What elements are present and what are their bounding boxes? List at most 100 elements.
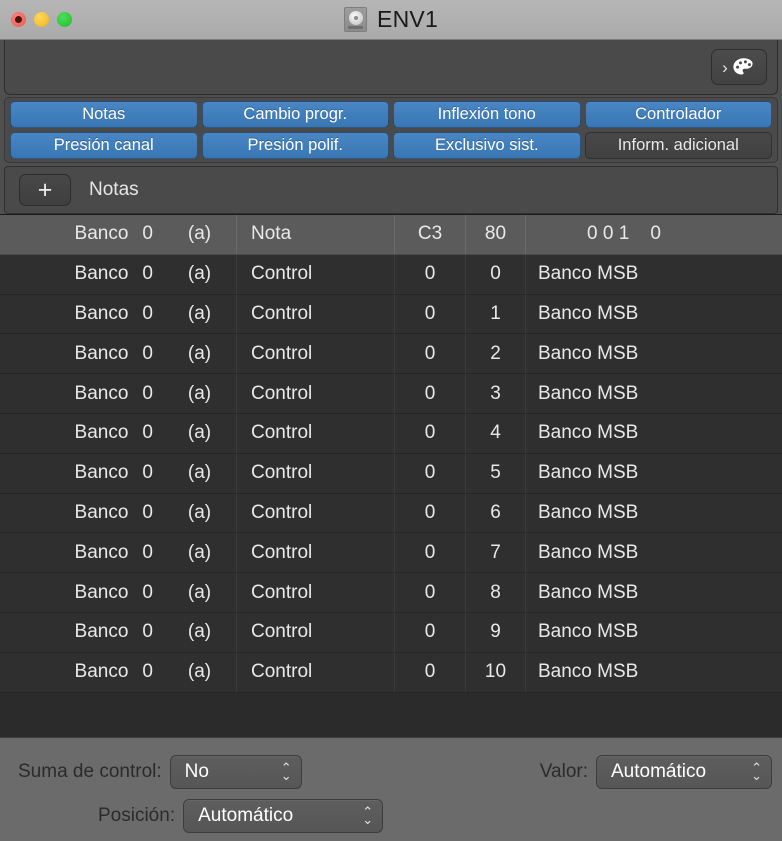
- cell-value-2: 0: [465, 255, 525, 294]
- cell-type: Control: [236, 255, 394, 294]
- cell-position: Banco0: [0, 621, 163, 643]
- cell-description: Banco MSB: [525, 494, 782, 533]
- cell-type: Control: [236, 414, 394, 453]
- cell-value-1: 0: [394, 334, 465, 373]
- cell-value-1: 0: [394, 454, 465, 493]
- cell-description: Banco MSB: [525, 573, 782, 612]
- cell-type: Control: [236, 533, 394, 572]
- filter-button-inflexion-tono[interactable]: Inflexión tono: [393, 101, 581, 128]
- cell-position: Banco0: [0, 462, 163, 484]
- cell-description: Banco MSB: [525, 255, 782, 294]
- filter-button-presion-canal[interactable]: Presión canal: [10, 132, 198, 159]
- value-label: Valor:: [540, 761, 588, 783]
- maximize-button-icon[interactable]: [57, 12, 72, 27]
- cell-position: Banco0: [0, 383, 163, 405]
- position-popup-button[interactable]: Automático ⌃⌄: [183, 799, 383, 833]
- add-event-button[interactable]: +: [19, 174, 71, 206]
- cell-channel: (a): [163, 303, 236, 325]
- table-row[interactable]: Banco0 (a) Control 0 9 Banco MSB: [0, 613, 782, 653]
- table-row[interactable]: Banco0 (a) Control 0 7 Banco MSB: [0, 533, 782, 573]
- cell-channel: (a): [163, 621, 236, 643]
- add-event-type-label: Notas: [89, 179, 139, 201]
- cell-type: Control: [236, 374, 394, 413]
- cell-value-2: 1: [465, 295, 525, 334]
- cell-position: Banco0: [0, 303, 163, 325]
- cell-value-2: 4: [465, 414, 525, 453]
- midi-event-list-window: ENV1 › Notas Cambio progr. Inflexión ton…: [0, 0, 782, 841]
- cell-value-1: 0: [394, 494, 465, 533]
- table-row[interactable]: Banco0 (a) Control 0 8 Banco MSB: [0, 573, 782, 613]
- cell-type: Control: [236, 454, 394, 493]
- minimize-button-icon[interactable]: [34, 12, 49, 27]
- cell-type: Control: [236, 573, 394, 612]
- table-row[interactable]: Banco0 (a) Control 0 4 Banco MSB: [0, 414, 782, 454]
- cell-position: Banco0: [0, 223, 163, 245]
- traffic-light-group: [0, 12, 72, 27]
- cell-value-2: 8: [465, 573, 525, 612]
- cell-value-2: 7: [465, 533, 525, 572]
- cell-value-2: 5: [465, 454, 525, 493]
- checksum-value: No: [185, 761, 209, 783]
- cell-value-1: 0: [394, 374, 465, 413]
- checksum-label: Suma de control:: [18, 761, 162, 783]
- cell-value-1: 0: [394, 653, 465, 692]
- cell-value-2: 2: [465, 334, 525, 373]
- cell-position: Banco0: [0, 422, 163, 444]
- table-row[interactable]: Banco0 (a) Control 0 10 Banco MSB: [0, 653, 782, 693]
- table-row[interactable]: Banco0 (a) Control 0 6 Banco MSB: [0, 494, 782, 534]
- cell-value-2: 6: [465, 494, 525, 533]
- table-row[interactable]: Banco0 (a) Control 0 2 Banco MSB: [0, 334, 782, 374]
- filter-button-cambio-progr[interactable]: Cambio progr.: [202, 101, 390, 128]
- cell-description: Banco MSB: [525, 653, 782, 692]
- window-titlebar: ENV1: [0, 0, 782, 40]
- table-row[interactable]: Banco0 (a) Control 0 3 Banco MSB: [0, 374, 782, 414]
- window-title: ENV1: [377, 6, 438, 33]
- filter-button-controlador[interactable]: Controlador: [585, 101, 773, 128]
- cell-value-2: 3: [465, 374, 525, 413]
- filter-button-exclusivo-sist[interactable]: Exclusivo sist.: [393, 132, 581, 159]
- cell-position: Banco0: [0, 582, 163, 604]
- table-row[interactable]: Banco0 (a) Control 0 1 Banco MSB: [0, 295, 782, 335]
- event-list[interactable]: Banco0 (a) Nota C3 80 0 0 1 0 Banco0 (a)…: [0, 214, 782, 737]
- chevron-updown-icon: ⌃⌄: [751, 764, 762, 780]
- cell-channel: (a): [163, 383, 236, 405]
- chevron-right-icon: ›: [722, 59, 728, 76]
- footer-row-2: Posición: Automático ⌃⌄: [0, 794, 782, 838]
- value-popup-button[interactable]: Automático ⌃⌄: [596, 755, 772, 789]
- cell-value-1: 0: [394, 573, 465, 612]
- cell-value-1: C3: [394, 215, 465, 254]
- cell-position: Banco0: [0, 542, 163, 564]
- table-row[interactable]: Banco0 (a) Control 0 5 Banco MSB: [0, 454, 782, 494]
- value-value: Automático: [611, 761, 706, 783]
- table-row[interactable]: Banco0 (a) Control 0 0 Banco MSB: [0, 255, 782, 295]
- cell-position: Banco0: [0, 502, 163, 524]
- toolbar-strip: ›: [4, 40, 778, 95]
- event-type-filter-grid: Notas Cambio progr. Inflexión tono Contr…: [4, 97, 778, 163]
- filter-button-notas[interactable]: Notas: [10, 101, 198, 128]
- cell-channel: (a): [163, 582, 236, 604]
- cell-type: Control: [236, 334, 394, 373]
- table-row[interactable]: Banco0 (a) Nota C3 80 0 0 1 0: [0, 215, 782, 255]
- cell-channel: (a): [163, 661, 236, 683]
- cell-position: Banco0: [0, 263, 163, 285]
- cell-channel: (a): [163, 263, 236, 285]
- filter-button-presion-polif[interactable]: Presión polif.: [202, 132, 390, 159]
- chevron-updown-icon: ⌃⌄: [362, 808, 373, 824]
- color-palette-button[interactable]: ›: [711, 49, 767, 85]
- close-button-icon[interactable]: [11, 12, 26, 27]
- cell-description: Banco MSB: [525, 295, 782, 334]
- cell-type: Nota: [236, 215, 394, 254]
- window-title-group: ENV1: [0, 6, 782, 33]
- cell-position: Banco0: [0, 661, 163, 683]
- midi-device-icon: [344, 7, 367, 32]
- cell-value-1: 0: [394, 414, 465, 453]
- position-value: Automático: [198, 805, 293, 827]
- filter-button-inform-adicional[interactable]: Inform. adicional: [585, 132, 773, 159]
- cell-channel: (a): [163, 502, 236, 524]
- cell-description: Banco MSB: [525, 374, 782, 413]
- cell-description: Banco MSB: [525, 533, 782, 572]
- cell-value-1: 0: [394, 613, 465, 652]
- cell-channel: (a): [163, 462, 236, 484]
- checksum-popup-button[interactable]: No ⌃⌄: [170, 755, 302, 789]
- cell-value-2: 10: [465, 653, 525, 692]
